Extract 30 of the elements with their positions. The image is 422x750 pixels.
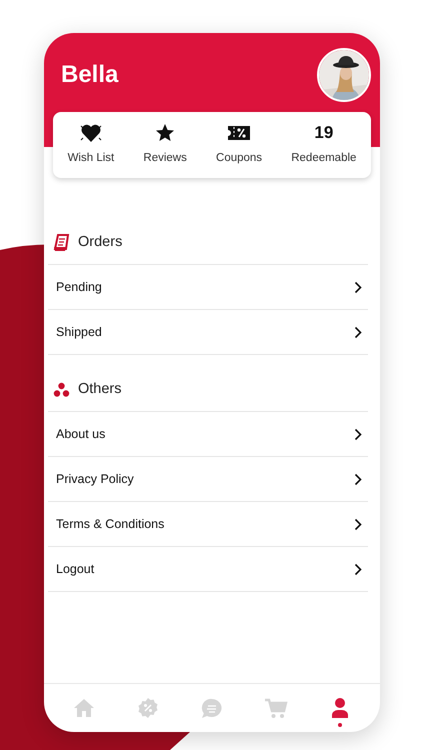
menu-item[interactable]: Shipped: [48, 310, 368, 355]
menu-item[interactable]: Terms & Conditions: [48, 502, 368, 547]
profile-name: Bella: [61, 60, 118, 90]
cart-icon: [264, 698, 288, 718]
profile-icon: [331, 697, 349, 719]
dots-icon: [53, 382, 70, 397]
chevron-right-icon: [354, 518, 362, 530]
chat-icon: [201, 698, 223, 718]
menu-item[interactable]: About us: [48, 412, 368, 457]
menu-item[interactable]: Privacy Policy: [48, 457, 368, 502]
coupon-icon: [228, 125, 250, 142]
home-icon: [73, 698, 95, 718]
chevron-right-icon: [354, 562, 362, 576]
section-title: Orders: [78, 232, 122, 252]
heart-icon: [80, 123, 102, 144]
active-dot: [338, 723, 342, 727]
stat-label: Redeemable: [291, 151, 356, 166]
menu-item[interactable]: Pending: [48, 265, 368, 310]
chevron-right-icon: [354, 280, 362, 294]
stat-label: Wish List: [68, 151, 114, 166]
stat-label: Reviews: [143, 151, 187, 166]
receipt-icon: [53, 234, 70, 252]
section-title: Others: [78, 380, 122, 399]
discount-badge-icon: [137, 697, 159, 719]
menu-item[interactable]: Logout: [48, 547, 368, 592]
chevron-right-icon: [354, 326, 362, 338]
chevron-right-icon: [354, 428, 362, 440]
stat-label: Coupons: [216, 151, 262, 166]
chevron-right-icon: [354, 472, 362, 486]
stat-count: 19: [314, 122, 334, 144]
